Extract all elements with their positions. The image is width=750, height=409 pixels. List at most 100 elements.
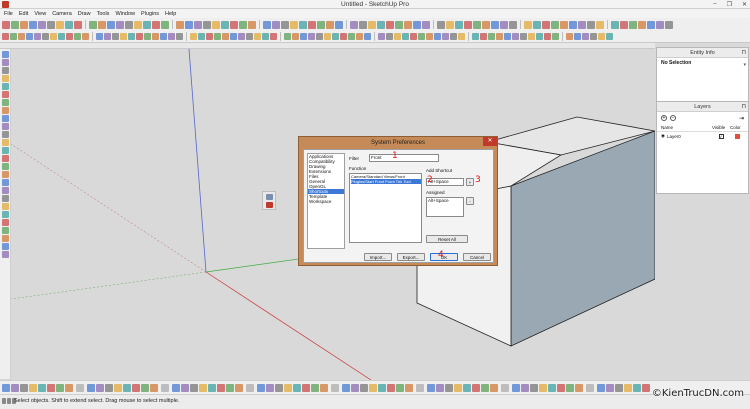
menu-camera[interactable]: Camera <box>52 11 72 17</box>
tool-icon[interactable] <box>150 383 158 392</box>
filter-input[interactable]: Front <box>369 154 439 162</box>
tool-icon[interactable] <box>590 33 597 40</box>
tool-icon[interactable] <box>160 33 167 40</box>
tool-icon[interactable] <box>578 20 586 29</box>
tool-icon[interactable] <box>302 383 310 392</box>
tool-icon[interactable] <box>87 383 95 392</box>
tool-icon[interactable] <box>11 20 19 29</box>
tool-icon[interactable] <box>482 20 490 29</box>
tool-icon[interactable] <box>386 33 393 40</box>
tool-icon[interactable] <box>1 243 9 250</box>
tool-icon[interactable] <box>292 33 299 40</box>
tool-icon[interactable] <box>272 20 280 29</box>
tool-icon[interactable] <box>394 33 401 40</box>
tool-icon[interactable] <box>221 20 229 29</box>
menu-file[interactable]: File <box>4 11 13 17</box>
tool-icon[interactable] <box>74 20 82 29</box>
tool-icon[interactable] <box>496 33 503 40</box>
tool-icon[interactable] <box>284 383 292 392</box>
tool-icon[interactable] <box>116 20 124 29</box>
category-list[interactable]: Applications Compatibility Drawing Exten… <box>307 153 345 249</box>
tool-icon[interactable] <box>172 383 180 392</box>
menu-help[interactable]: Help <box>165 11 176 17</box>
tool-icon[interactable] <box>270 33 277 40</box>
tool-icon[interactable] <box>144 33 151 40</box>
tool-icon[interactable] <box>427 383 435 392</box>
tool-icon[interactable] <box>542 20 550 29</box>
tool-icon[interactable] <box>458 33 465 40</box>
tool-icon[interactable] <box>316 33 323 40</box>
tool-icon[interactable] <box>596 20 604 29</box>
tool-icon[interactable] <box>611 20 619 29</box>
tool-icon[interactable] <box>98 20 106 29</box>
tool-icon[interactable] <box>105 383 113 392</box>
tool-icon[interactable] <box>335 20 343 29</box>
tool-icon[interactable] <box>472 383 480 392</box>
tool-icon[interactable] <box>597 383 605 392</box>
tool-icon[interactable] <box>454 383 462 392</box>
tool-icon[interactable] <box>490 383 498 392</box>
menu-tools[interactable]: Tools <box>97 11 110 17</box>
tool-icon[interactable] <box>426 33 433 40</box>
menu-plugins[interactable]: Plugins <box>141 11 159 17</box>
tool-icon[interactable] <box>20 383 28 392</box>
tool-icon[interactable] <box>656 20 664 29</box>
menu-edit[interactable]: Edit <box>19 11 28 17</box>
tool-icon[interactable] <box>642 383 650 392</box>
tool-icon[interactable] <box>539 383 547 392</box>
tool-icon[interactable] <box>1 139 9 146</box>
tool-icon[interactable] <box>509 20 517 29</box>
geo-location-icon[interactable] <box>2 398 6 404</box>
tool-icon[interactable] <box>569 20 577 29</box>
tool-icon[interactable] <box>254 33 261 40</box>
tool-icon[interactable] <box>528 33 535 40</box>
tool-icon[interactable] <box>311 383 319 392</box>
tool-icon[interactable] <box>360 383 368 392</box>
tool-icon[interactable] <box>123 383 131 392</box>
tool-icon[interactable] <box>1 99 9 106</box>
tool-icon[interactable] <box>50 33 57 40</box>
tool-icon[interactable] <box>359 20 367 29</box>
scene-icon[interactable] <box>266 194 273 200</box>
tool-icon[interactable] <box>65 20 73 29</box>
tool-icon[interactable] <box>29 20 37 29</box>
tool-icon[interactable] <box>551 20 559 29</box>
tool-icon[interactable] <box>405 383 413 392</box>
tool-icon[interactable] <box>574 33 581 40</box>
tool-icon[interactable] <box>1 107 9 114</box>
tool-icon[interactable] <box>262 33 269 40</box>
tool-icon[interactable] <box>212 20 220 29</box>
layer-color-swatch[interactable] <box>734 133 740 139</box>
add-shortcut-button[interactable]: + <box>466 178 474 186</box>
tool-icon[interactable] <box>560 20 568 29</box>
tool-icon[interactable] <box>38 20 46 29</box>
tool-icon[interactable] <box>128 33 135 40</box>
tool-icon[interactable] <box>552 33 559 40</box>
pin-icon[interactable]: ⊓ <box>741 102 746 112</box>
tool-icon[interactable] <box>317 20 325 29</box>
tool-icon[interactable] <box>422 20 430 29</box>
ok-button[interactable]: OK <box>430 253 458 261</box>
import-button[interactable]: Import... <box>364 253 392 261</box>
tool-icon[interactable] <box>418 33 425 40</box>
tool-icon[interactable] <box>152 33 159 40</box>
tool-icon[interactable] <box>445 383 453 392</box>
tool-icon[interactable] <box>1 179 9 186</box>
tool-icon[interactable] <box>1 83 9 90</box>
tool-icon[interactable] <box>326 20 334 29</box>
menu-draw[interactable]: Draw <box>78 11 91 17</box>
layer-visible-checkbox[interactable]: ✓ <box>718 133 724 139</box>
tool-icon[interactable] <box>480 33 487 40</box>
tool-icon[interactable] <box>136 33 143 40</box>
tool-icon[interactable] <box>488 33 495 40</box>
tool-icon[interactable] <box>575 383 583 392</box>
tool-icon[interactable] <box>500 20 508 29</box>
function-item-selected[interactable]: Plugins/Start Front Front Thk Tool <box>351 179 421 184</box>
tool-icon[interactable] <box>238 33 245 40</box>
tool-icon[interactable] <box>378 33 385 40</box>
tool-icon[interactable] <box>176 33 183 40</box>
tool-icon[interactable] <box>134 20 142 29</box>
tool-icon[interactable] <box>152 20 160 29</box>
tool-icon[interactable] <box>185 20 193 29</box>
add-layer-button[interactable]: + <box>661 115 667 121</box>
